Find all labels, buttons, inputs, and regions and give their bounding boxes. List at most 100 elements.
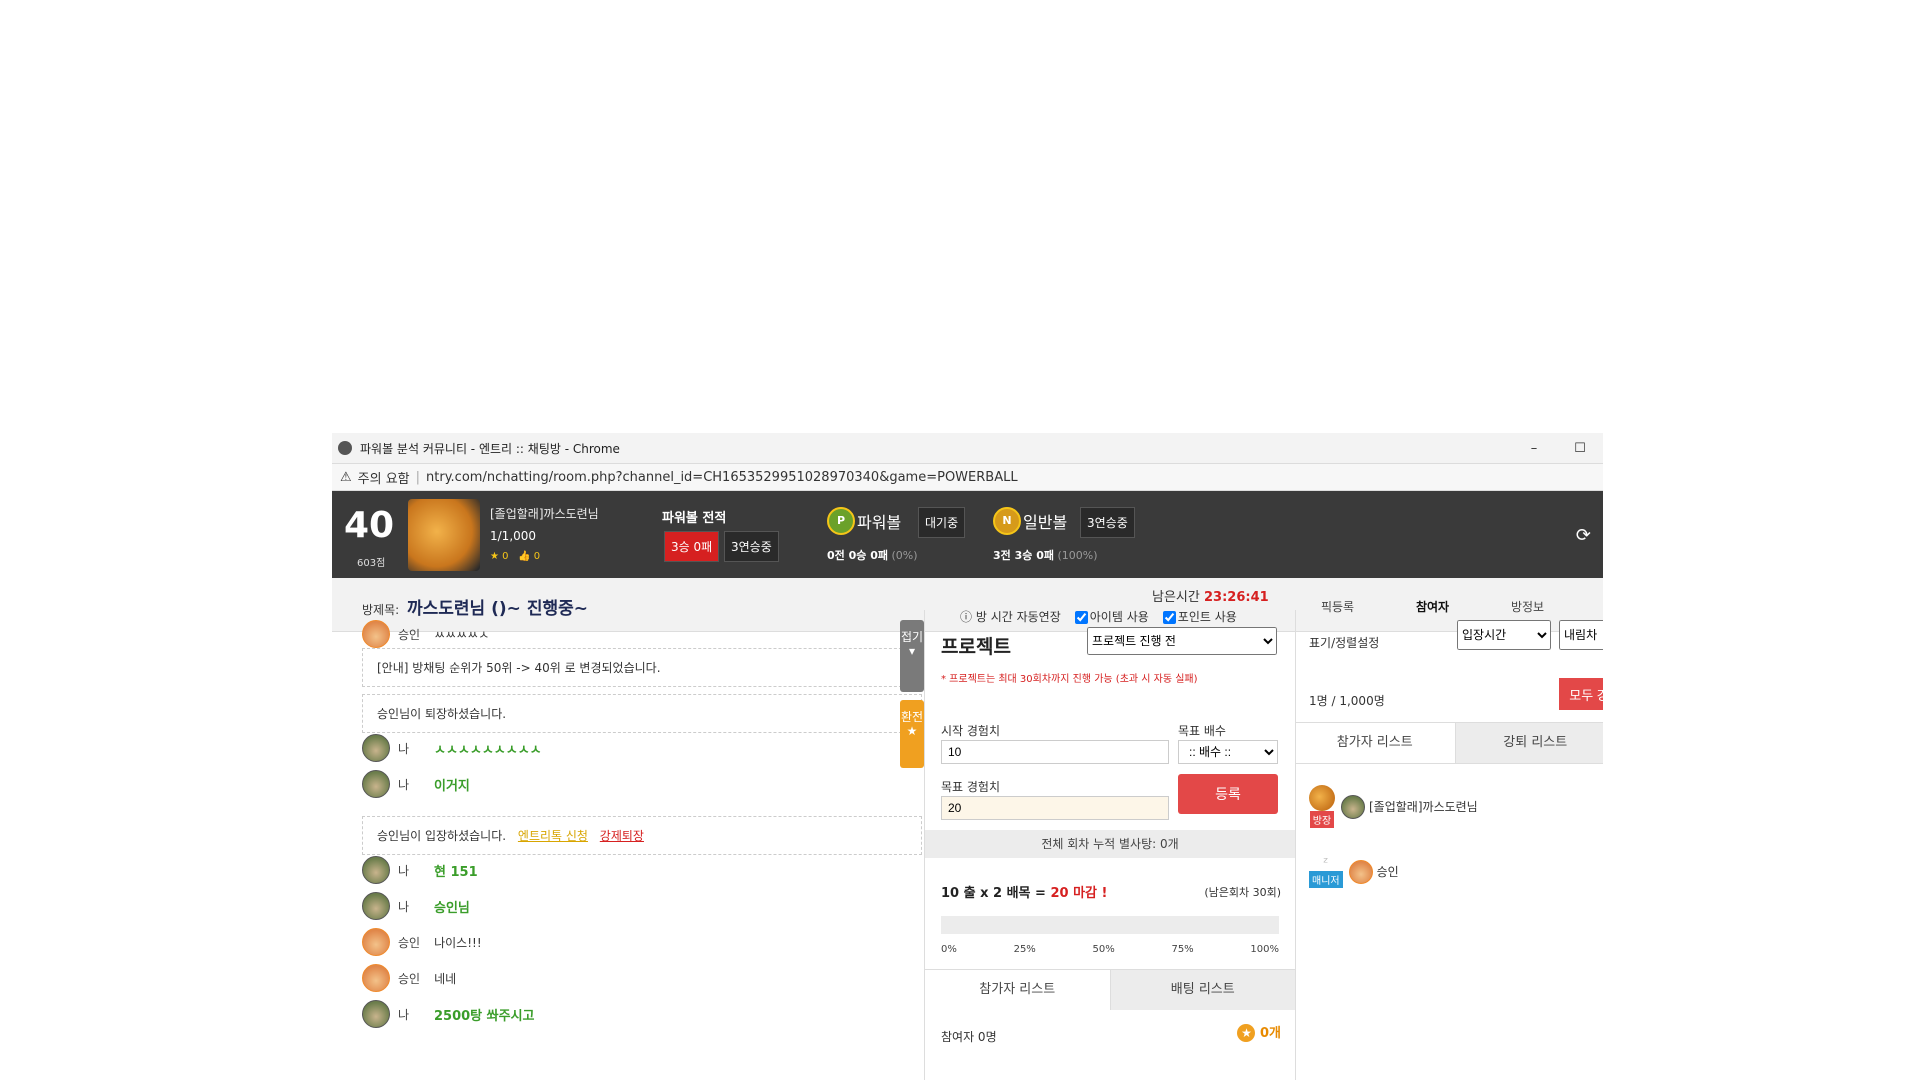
kick-all-button[interactable]: 모두 강 <box>1559 678 1603 710</box>
new-user-avatar <box>362 964 390 992</box>
tick-label: 50% <box>1092 944 1115 955</box>
refresh-icon[interactable]: ⟳ <box>1576 525 1591 546</box>
user-list-item[interactable]: 방장 [졸업할래]까스도련님 <box>1309 785 1478 828</box>
profile-bar: 40 603점 [졸업할래]까스도련님 1/1,000 ★ 0 👍 0 파워볼 … <box>332 491 1603 578</box>
normalball-summary: 3전 3승 0패 (100%) <box>993 547 1098 563</box>
powerball-pct: (0%) <box>891 549 918 562</box>
security-warning[interactable]: 주의 요함 <box>358 468 410 487</box>
star-count: ★ 0 <box>490 551 509 562</box>
target-exp-label: 목표 경험치 <box>941 780 1001 794</box>
normalball-label: 일반볼 <box>1023 513 1068 532</box>
register-button[interactable]: 등록 <box>1178 774 1278 814</box>
target-multiplier-select[interactable]: :: 배수 :: <box>1178 740 1278 764</box>
normalball-summary-text: 3전 3승 0패 <box>993 549 1054 562</box>
chat-notice: [안내] 방채팅 순위가 50위 -> 40위 로 변경되었습니다. <box>362 648 922 687</box>
sidebar-tabs: 참가자 리스트 강퇴 리스트 <box>1295 722 1603 764</box>
star-coin-icon: ★ <box>1237 1024 1256 1042</box>
project-goal: 10 출 x 2 배목 = 20 마감 ! <box>941 882 1107 901</box>
maximize-button[interactable]: ☐ <box>1557 441 1603 456</box>
chat-line: 나 현 151 <box>362 856 478 884</box>
tab-participant-list[interactable]: 참가자 리스트 <box>925 970 1110 1010</box>
sort-order-select[interactable]: 내림차 <box>1559 620 1603 650</box>
my-avatar <box>362 892 390 920</box>
user-name-item: [졸업할래]까스도련님 <box>1369 800 1478 814</box>
tick-label: 100% <box>1250 944 1279 955</box>
sort-field-select[interactable]: 입장시간 <box>1457 620 1551 650</box>
tab-participant-list-side[interactable]: 참가자 리스트 <box>1295 723 1455 763</box>
chat-author: 나 <box>398 863 410 878</box>
chat-message: 승인님 <box>434 900 470 916</box>
manager-tag: 매니저 <box>1309 871 1343 888</box>
owner-avatar <box>1309 785 1335 811</box>
project-status-select[interactable]: 프로젝트 진행 전 <box>1087 627 1277 655</box>
start-exp-label: 시작 경험치 <box>941 724 1001 738</box>
exchange-label: 환전 <box>900 710 924 724</box>
window-title: 파워볼 분석 커뮤니티 - 엔트리 :: 채팅방 - Chrome <box>360 441 620 456</box>
user-name: [졸업할래]까스도련님 <box>490 507 599 521</box>
project-panel: 프로젝트 프로젝트 진행 전 * 프로젝트는 최대 30회차까지 진행 가능 (… <box>924 610 1296 1080</box>
chat-message: ㅆㅆㅆㅆㅅ <box>434 627 490 642</box>
chat-message: 2500탕 쏴주시고 <box>434 1008 535 1024</box>
exchange-button[interactable]: 환전 ★ <box>900 700 924 768</box>
user-badge-group: 방장 <box>1309 785 1335 828</box>
chat-line: 승인 ㅆㅆㅆㅆㅅ <box>362 620 489 648</box>
new-user-avatar <box>362 620 390 648</box>
goal-deadline: 20 마감 ! <box>1050 886 1108 901</box>
target-exp-input[interactable] <box>941 796 1169 820</box>
chat-notice: 승인님이 퇴장하셨습니다. <box>362 694 922 733</box>
chat-message: 현 151 <box>434 864 478 880</box>
warning-icon: ⚠ <box>340 469 352 485</box>
url-text[interactable]: ntry.com/nchatting/room.php?channel_id=C… <box>426 470 1018 485</box>
profile-image <box>408 499 480 571</box>
project-title: 프로젝트 <box>941 636 1011 658</box>
user-list-item[interactable]: ᶻ 매니저 승인 <box>1309 855 1399 888</box>
normalball-pct: (100%) <box>1057 549 1098 562</box>
sleep-icon: ᶻ <box>1323 855 1329 871</box>
chat-message: 나이스!!! <box>434 935 482 950</box>
star-icon: ★ <box>906 724 918 738</box>
chat-message: 이거지 <box>434 778 470 794</box>
tab-bet-list[interactable]: 배팅 리스트 <box>1109 970 1295 1010</box>
chat-author: 나 <box>398 741 410 756</box>
chat-message: 네네 <box>434 971 457 986</box>
user-icon <box>1341 794 1365 819</box>
owner-tag: 방장 <box>1309 811 1335 828</box>
project-warning: * 프로젝트는 최대 30회차까지 진행 가능 (초과 시 자동 실패) <box>941 674 1198 685</box>
tick-label: 0% <box>941 944 957 955</box>
my-avatar <box>362 1000 390 1028</box>
goal-text: 10 출 x 2 배목 = <box>941 886 1046 901</box>
user-level: 40 <box>344 505 395 546</box>
chat-line: 나 승인님 <box>362 892 470 920</box>
chat-author[interactable]: 승인 <box>398 934 420 951</box>
new-user-avatar <box>362 928 390 956</box>
tick-label: 75% <box>1171 944 1194 955</box>
minimize-button[interactable]: – <box>1511 441 1557 456</box>
remaining-time: 남은시간 23:26:41 <box>1152 586 1269 605</box>
entry-talk-link[interactable]: 엔트리톡 신청 <box>518 829 588 843</box>
user-count: 1명 / 1,000명 <box>1309 694 1385 708</box>
item-count-value: 0개 <box>1259 1026 1281 1041</box>
chat-author[interactable]: 승인 <box>398 626 420 643</box>
start-exp-input[interactable] <box>941 740 1169 764</box>
powerball-status: 대기중 <box>918 507 966 538</box>
browser-window: 파워볼 분석 커뮤니티 - 엔트리 :: 채팅방 - Chrome – ☐ ⚠ … <box>332 433 1603 1080</box>
fold-button[interactable]: 접기 ▾ <box>900 620 924 692</box>
my-avatar <box>362 770 390 798</box>
remaining-time-value: 23:26:41 <box>1203 590 1269 605</box>
url-separator: | <box>415 469 421 485</box>
participant-count: 참여자 0명 <box>941 1030 997 1044</box>
chat-author[interactable]: 승인 <box>398 970 420 987</box>
tick-label: 25% <box>1013 944 1036 955</box>
title-bar: 파워볼 분석 커뮤니티 - 엔트리 :: 채팅방 - Chrome – ☐ <box>332 433 1603 464</box>
project-progress-bar <box>941 916 1279 934</box>
chrome-icon <box>338 441 352 455</box>
kick-link[interactable]: 강제퇴장 <box>600 829 644 843</box>
powerball-summary: 0전 0승 0패 (0%) <box>827 547 918 563</box>
record-wins-badge: 3승 0패 <box>664 531 720 562</box>
chat-author: 나 <box>398 1007 410 1022</box>
participant-sidebar: 표기/정렬설정 입장시간 내림차 1명 / 1,000명 모두 강 참가자 리스… <box>1295 610 1603 1080</box>
address-bar[interactable]: ⚠ 주의 요함 | ntry.com/nchatting/room.php?ch… <box>332 464 1603 491</box>
record-title: 파워볼 전적 <box>662 511 727 526</box>
chat-line: 승인 네네 <box>362 964 456 992</box>
tab-kicked-list[interactable]: 강퇴 리스트 <box>1454 723 1603 763</box>
